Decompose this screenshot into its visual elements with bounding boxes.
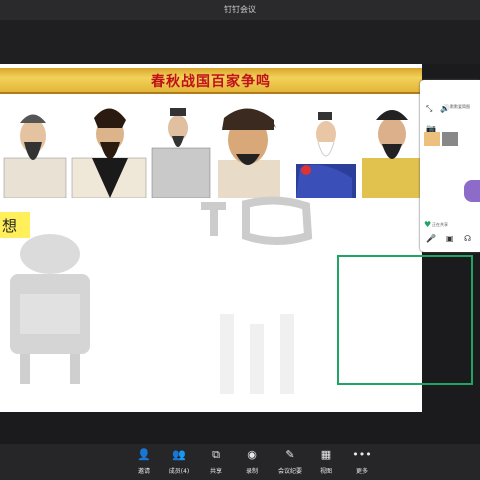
- participant-thumbnail[interactable]: [424, 132, 440, 146]
- slide-banner: 春秋战国百家争鸣: [0, 68, 422, 94]
- sage-portrait-4: [218, 108, 280, 198]
- shield-icon: ♥: [424, 220, 432, 229]
- top-spacer: [0, 20, 480, 64]
- bronze-vessel-graphic: [10, 234, 90, 384]
- faded-calligraphy-graphic: [201, 196, 313, 245]
- gallery-tile-sub: 正在共享: [432, 222, 448, 227]
- participant-thumbnail[interactable]: [442, 132, 458, 146]
- window-title: 钉钉会议: [224, 5, 256, 14]
- window-titlebar: 钉钉会议: [0, 0, 480, 20]
- speaker-icon[interactable]: 🔊: [440, 104, 450, 113]
- participant-gallery-panel[interactable]: ⤡ 🔊 默默爱简图 📷 ♥ 正在共享 🎤 ▣ ☊: [420, 80, 480, 252]
- sage-portrait-2: [71, 108, 147, 198]
- mic-icon[interactable]: 🎤: [426, 234, 436, 243]
- participant-avatar[interactable]: [464, 180, 480, 202]
- faded-pillars-graphic: [220, 314, 294, 394]
- sages-portraits: [3, 108, 420, 198]
- meeting-toolbar: 👤 邀请 👥 成员(4) ⧉ 共享 ◉ 录制 ✎ 会议纪要 ▦ 视图 ••• 更…: [0, 444, 480, 480]
- gallery-tile-name: 默默爱简图: [450, 104, 470, 109]
- sage-portrait-6: [362, 110, 420, 198]
- slide-banner-title: 春秋战国百家争鸣: [151, 74, 271, 90]
- sage-portrait-5: [296, 112, 356, 198]
- collapse-icon[interactable]: ⤡: [426, 104, 432, 114]
- sage-portrait-1: [3, 114, 67, 198]
- active-speaker-frame[interactable]: [337, 255, 473, 385]
- video-icon[interactable]: ▣: [446, 234, 454, 243]
- sage-portrait-3: [151, 108, 211, 198]
- toolbar-more-button[interactable]: ••• 更多: [340, 448, 384, 475]
- more-icon: •••: [352, 448, 372, 461]
- voice-icon[interactable]: ☊: [464, 234, 471, 243]
